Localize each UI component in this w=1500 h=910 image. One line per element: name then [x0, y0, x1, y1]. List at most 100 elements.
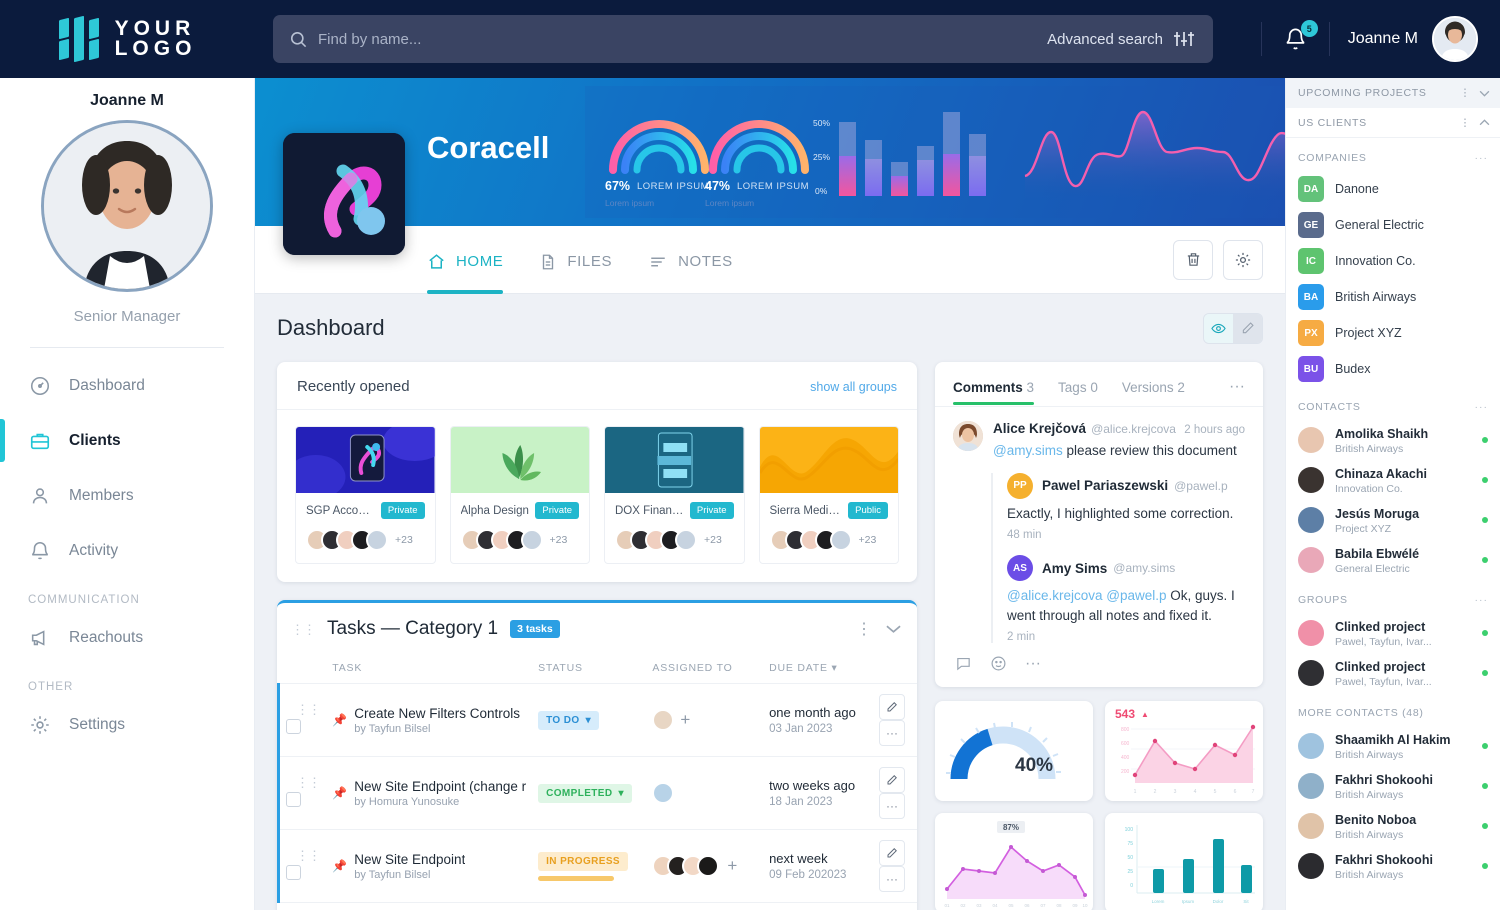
notifications-button[interactable]: 5 [1280, 20, 1318, 51]
table-row[interactable]: ⋮⋮ 📌 New Site Endpoint (change r by Homu… [277, 756, 917, 830]
preview-mode-button[interactable] [1204, 313, 1233, 343]
sidebar-item-settings[interactable]: Settings [0, 697, 254, 752]
add-assignee-button[interactable]: + [680, 711, 690, 728]
tab-tags[interactable]: Tags 0 [1058, 380, 1098, 405]
tab-notes[interactable]: NOTES [648, 226, 733, 294]
tasks-more-icon[interactable]: ⋮ [856, 619, 872, 639]
task-more-button[interactable]: ··· [879, 720, 905, 746]
us-clients-header[interactable]: US CLIENTS ⋮ [1286, 108, 1500, 138]
sidebar-item-reachouts[interactable]: Reachouts [0, 610, 254, 665]
drag-handle-icon[interactable]: ⋮⋮ [291, 623, 316, 636]
search-input[interactable] [318, 30, 1038, 48]
tab-files[interactable]: FILES [539, 226, 612, 294]
project-card[interactable]: Sierra Medical Public +23 [758, 426, 899, 564]
project-name: DOX Finance [615, 504, 684, 517]
group-members: Pawel, Tayfun, Ivar... [1335, 676, 1432, 688]
status-badge[interactable]: COMPLETED ▾ [538, 784, 632, 803]
task-more-button[interactable]: ··· [879, 866, 905, 892]
sidebar-item-members[interactable]: Members [0, 468, 254, 523]
status-cell[interactable]: COMPLETED ▾ [532, 756, 647, 830]
task-checkbox[interactable] [286, 865, 301, 880]
project-card[interactable]: DOX Finance Private +23 [604, 426, 745, 564]
contact-org: British Airways [1335, 443, 1404, 455]
drag-handle-icon[interactable]: ⋮⋮ [286, 848, 321, 863]
project-members[interactable]: +23 [296, 523, 435, 563]
more-icon[interactable]: ··· [1475, 594, 1489, 606]
mention-link[interactable]: @alice.krejcova [1007, 588, 1103, 603]
drag-handle-icon[interactable]: ⋮⋮ [286, 702, 321, 717]
list-item[interactable]: Fakhri Shokoohi British Airways [1286, 766, 1500, 806]
mention-link[interactable]: @amy.sims [993, 443, 1063, 458]
assignees-cell[interactable]: + [646, 683, 764, 757]
list-item[interactable]: Shaamikh Al Hakim British Airways [1286, 726, 1500, 766]
assignees-cell[interactable] [646, 756, 764, 830]
tab-comments[interactable]: Comments 3 [953, 380, 1035, 405]
emoji-icon[interactable] [990, 655, 1007, 673]
add-task-row[interactable]: + Add a task and hit enter / return [277, 903, 917, 910]
comments-more-button[interactable]: ··· [1229, 378, 1245, 406]
task-checkbox[interactable] [286, 719, 301, 734]
sidebar-item-clients[interactable]: Clients [0, 413, 254, 468]
col-duedate[interactable]: DUE DATE ▾ [763, 653, 873, 684]
list-item[interactable]: Benito Noboa British Airways [1286, 806, 1500, 846]
delete-button[interactable] [1173, 239, 1213, 280]
upcoming-projects-header[interactable]: UPCOMING PROJECTS ⋮ [1286, 78, 1500, 108]
more-icon[interactable]: ⋮ [1460, 87, 1471, 99]
project-card[interactable]: Alpha Design Private +23 [449, 426, 590, 564]
add-assignee-button[interactable]: + [727, 857, 737, 874]
project-members[interactable]: +23 [605, 523, 744, 563]
list-item[interactable]: Jesús Moruga Project XYZ [1286, 500, 1500, 540]
more-icon[interactable]: ··· [1475, 152, 1489, 164]
task-checkbox[interactable] [286, 792, 301, 807]
app-logo[interactable]: YOUR LOGO [0, 0, 255, 78]
more-icon[interactable]: ··· [1025, 655, 1041, 673]
table-row[interactable]: ⋮⋮ 📌 New Site Endpoint by Tayfun Bilsel … [277, 829, 917, 903]
more-icon[interactable]: ⋮ [1460, 117, 1471, 129]
list-item[interactable]: BU Budex [1286, 351, 1500, 387]
edit-task-button[interactable] [879, 840, 905, 866]
show-all-groups-link[interactable]: show all groups [810, 380, 897, 394]
list-item[interactable]: Clinked project Pawel, Tayfun, Ivar... [1286, 613, 1500, 653]
edit-mode-button[interactable] [1233, 313, 1262, 343]
list-item[interactable]: IC Innovation Co. [1286, 243, 1500, 279]
mention-link[interactable]: @pawel.p [1106, 588, 1166, 603]
project-members[interactable]: +23 [451, 523, 590, 563]
drag-handle-icon[interactable]: ⋮⋮ [286, 775, 321, 790]
status-badge[interactable]: TO DO ▾ [538, 711, 600, 730]
project-card[interactable]: SGP Accountants Private +23 [295, 426, 436, 564]
more-icon[interactable]: ··· [1475, 401, 1489, 413]
avatar[interactable] [1432, 16, 1478, 62]
status-cell[interactable]: TO DO ▾ [532, 683, 647, 757]
status-cell[interactable]: IN PROGRESS [532, 829, 647, 903]
tab-home[interactable]: HOME [427, 226, 504, 294]
chevron-down-icon[interactable] [886, 624, 901, 634]
search-box[interactable]: Advanced search [273, 15, 1213, 63]
project-members[interactable]: +23 [760, 523, 899, 563]
advanced-search-button[interactable]: Advanced search [1047, 28, 1207, 50]
list-item[interactable]: DA Danone [1286, 171, 1500, 207]
avatar [652, 709, 675, 731]
task-more-button[interactable]: ··· [879, 793, 905, 819]
status-badge[interactable]: IN PROGRESS [538, 852, 628, 871]
sidebar-item-activity[interactable]: Activity [0, 523, 254, 578]
table-row[interactable]: ⋮⋮ 📌 Create New Filters Controls by Tayf… [277, 683, 917, 757]
chevron-up-icon[interactable] [1479, 119, 1490, 126]
list-item[interactable]: PX Project XYZ [1286, 315, 1500, 351]
list-item[interactable]: Chinaza Akachi Innovation Co. [1286, 460, 1500, 500]
list-item[interactable]: Fakhri Shokoohi British Airways [1286, 846, 1500, 886]
comment-icon[interactable] [955, 655, 972, 673]
list-item[interactable]: GE General Electric [1286, 207, 1500, 243]
list-item[interactable]: Clinked project Pawel, Tayfun, Ivar... [1286, 653, 1500, 693]
assignees-cell[interactable]: + [646, 829, 764, 903]
tab-versions[interactable]: Versions 2 [1122, 380, 1185, 405]
edit-task-button[interactable] [879, 767, 905, 793]
list-item[interactable]: Amolika Shaikh British Airways [1286, 420, 1500, 460]
sidebar-item-dashboard[interactable]: Dashboard [0, 358, 254, 413]
list-item[interactable]: BA British Airways [1286, 279, 1500, 315]
banner-charts: 67% LOREM IPSUM Lorem ipsum 47% LOREM IP… [585, 78, 1285, 226]
chevron-down-icon[interactable] [1479, 90, 1490, 97]
list-item[interactable]: Babila Ebwélé General Electric [1286, 540, 1500, 580]
edit-task-button[interactable] [879, 694, 905, 720]
sidebar-avatar[interactable] [41, 120, 213, 292]
settings-button[interactable] [1223, 239, 1263, 280]
